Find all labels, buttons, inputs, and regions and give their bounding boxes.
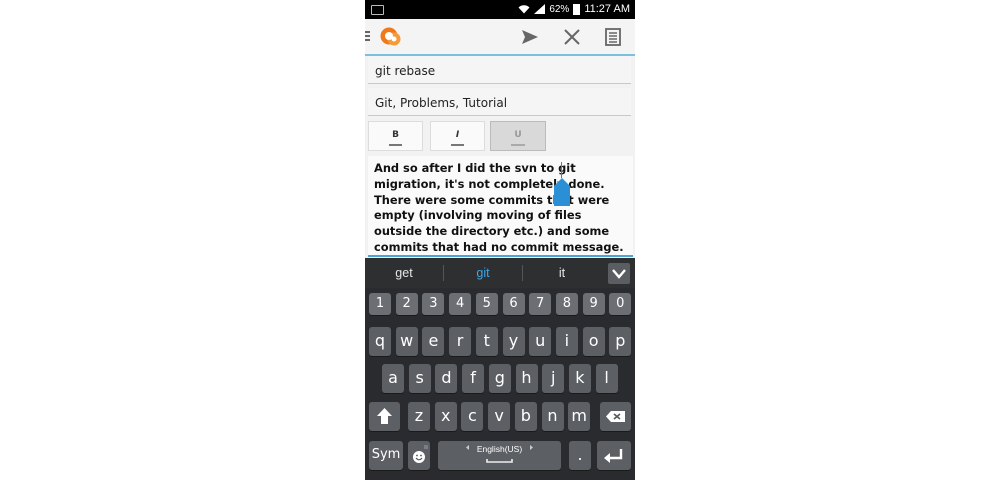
send-icon[interactable]: [520, 27, 540, 47]
number_row-key-2[interactable]: 2: [395, 293, 418, 315]
row3-key-x[interactable]: x: [434, 402, 457, 431]
clock: 11:27 AM: [584, 3, 630, 15]
row2-key-j[interactable]: j: [542, 364, 565, 393]
row2-key-a[interactable]: a: [382, 364, 404, 393]
number_row-key-7[interactable]: 7: [529, 293, 552, 315]
space-key[interactable]: English(US): [438, 441, 561, 470]
row1-key-y[interactable]: y: [502, 327, 525, 356]
cursor-handle-icon[interactable]: [552, 178, 572, 208]
number_row-key-1[interactable]: 1: [369, 293, 391, 315]
collapse-suggestions-button[interactable]: [608, 263, 630, 284]
notification-icon: [371, 5, 384, 15]
italic-label: I: [455, 130, 460, 140]
shift-key[interactable]: [369, 402, 400, 431]
suggestion-it[interactable]: it: [523, 258, 601, 288]
bold-button[interactable]: B: [368, 121, 423, 151]
row1-key-w[interactable]: w: [395, 327, 418, 356]
phone-screen: 62% 11:27 AM git rebase Git, Problems, T…: [365, 0, 635, 480]
enter-key[interactable]: [597, 441, 631, 470]
chevron-down-icon: [612, 269, 626, 279]
row3-key-c[interactable]: c: [461, 402, 484, 431]
underline-button[interactable]: U: [490, 121, 546, 151]
row3-key-m[interactable]: m: [568, 402, 591, 431]
row1-key-t[interactable]: t: [475, 327, 498, 356]
enter-icon: [604, 449, 623, 463]
row1-key-i[interactable]: i: [555, 327, 578, 356]
battery-icon: [573, 3, 581, 15]
backspace-key[interactable]: [600, 402, 631, 431]
note-body-text: And so after I did the svn to git migrat…: [374, 161, 624, 254]
row3-key-b[interactable]: b: [514, 402, 537, 431]
row1-key-p[interactable]: p: [609, 327, 632, 356]
suggestion-bar: get git it: [365, 258, 635, 288]
row3-key-z[interactable]: z: [408, 402, 430, 431]
row2-key-g[interactable]: g: [488, 364, 511, 393]
language-arrows-icon: [466, 445, 533, 463]
number_row-key-5[interactable]: 5: [475, 293, 498, 315]
row1-key-q[interactable]: q: [369, 327, 391, 356]
row2-key-f[interactable]: f: [462, 364, 485, 393]
smiley-icon: [413, 445, 428, 463]
sym-key[interactable]: Sym: [369, 441, 403, 470]
battery-percent: 62%: [549, 3, 570, 15]
row2-key-d[interactable]: d: [435, 364, 458, 393]
number_row-key-6[interactable]: 6: [502, 293, 525, 315]
suggestion-get[interactable]: get: [365, 258, 443, 288]
period-key[interactable]: .: [569, 441, 591, 470]
period-label: .: [577, 445, 583, 464]
wifi-icon: [518, 5, 530, 14]
number_row-key-8[interactable]: 8: [555, 293, 578, 315]
note-body-editor[interactable]: And so after I did the svn to git migrat…: [368, 156, 633, 257]
number_row-key-9[interactable]: 9: [582, 293, 605, 315]
row3-key-n[interactable]: n: [541, 402, 564, 431]
shift-arrow-icon: [377, 408, 392, 424]
status-right: 62% 11:27 AM: [518, 3, 630, 15]
number_row-key-4[interactable]: 4: [449, 293, 472, 315]
emoji-key[interactable]: [408, 441, 430, 470]
row1-key-r[interactable]: r: [449, 327, 472, 356]
action-bar: [365, 19, 635, 56]
signal-icon: [534, 4, 546, 14]
row1-key-e[interactable]: e: [422, 327, 445, 356]
number_row-key-0[interactable]: 0: [609, 293, 632, 315]
underline-label: U: [514, 130, 522, 140]
row2-key-h[interactable]: h: [515, 364, 538, 393]
app-logo-icon[interactable]: [379, 26, 403, 48]
keyboard: get git it 1234567890 qwertyuiop asdfghjkl…: [365, 258, 635, 480]
tags-field[interactable]: Git, Problems, Tutorial: [368, 88, 631, 116]
document-icon[interactable]: [603, 27, 623, 47]
row1-key-o[interactable]: o: [582, 327, 605, 356]
suggestion-git[interactable]: git: [444, 258, 522, 288]
close-icon[interactable]: [562, 27, 582, 47]
text-cursor: [561, 162, 562, 178]
menu-icon[interactable]: [365, 31, 370, 41]
row3-key-v[interactable]: v: [488, 402, 511, 431]
row2-key-s[interactable]: s: [408, 364, 431, 393]
italic-button[interactable]: I: [430, 121, 485, 151]
backspace-icon: [606, 411, 625, 422]
row2-key-l[interactable]: l: [595, 364, 618, 393]
bold-label: B: [392, 130, 399, 140]
title-field[interactable]: git rebase: [368, 56, 631, 84]
number_row-key-3[interactable]: 3: [422, 293, 445, 315]
row2-key-k[interactable]: k: [568, 364, 591, 393]
status-bar: 62% 11:27 AM: [365, 0, 635, 19]
row1-key-u[interactable]: u: [529, 327, 552, 356]
